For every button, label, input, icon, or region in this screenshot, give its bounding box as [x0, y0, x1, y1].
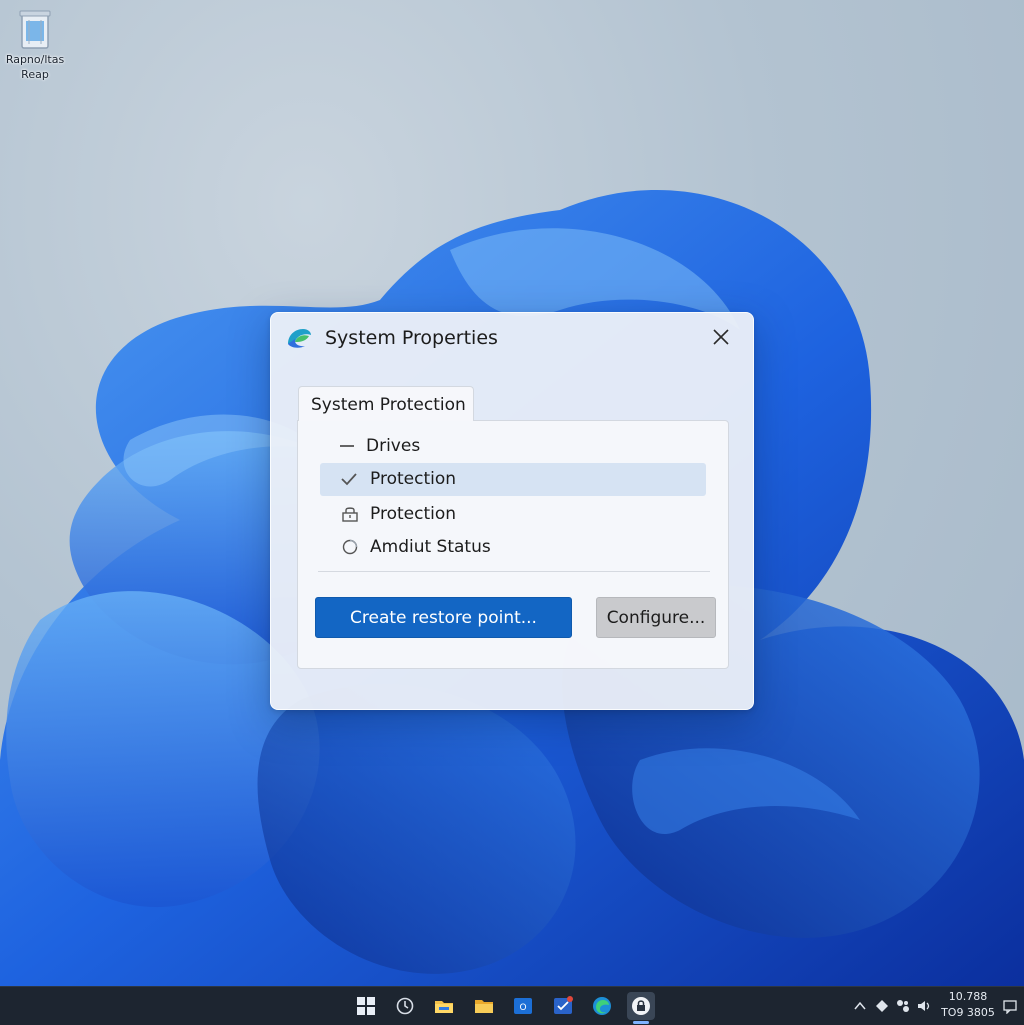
close-icon: [713, 329, 729, 345]
security-icon: [632, 997, 650, 1015]
file-explorer-button[interactable]: [430, 992, 458, 1020]
tree-item-status[interactable]: Amdiut Status: [320, 531, 706, 563]
folder-icon: [475, 1000, 493, 1013]
recycle-bin-icon: [19, 10, 51, 49]
search-icon: [396, 997, 414, 1015]
separator: [318, 571, 710, 572]
search-button[interactable]: [391, 992, 419, 1020]
start-icon: [357, 997, 375, 1015]
recycle-bin-label: Rapno/ltas Reap: [5, 53, 65, 81]
lock-icon: [342, 507, 358, 522]
tree-item-label: Protection: [370, 504, 457, 524]
system-protection-panel: Drives Protection Protection Amdiut Stat…: [297, 420, 729, 669]
svg-text:O: O: [519, 1003, 526, 1013]
circle-status-icon: [342, 539, 358, 555]
taskbar: O 10.788 TO9 3805: [0, 986, 1024, 1025]
system-properties-dialog: System Properties System Protection Driv…: [270, 312, 754, 710]
collapse-icon: [340, 445, 354, 447]
file-explorer-icon: [435, 1001, 453, 1013]
tree-node-drives[interactable]: Drives: [318, 430, 698, 462]
edge-button[interactable]: [588, 992, 616, 1020]
start-button[interactable]: [352, 992, 380, 1020]
tree-item-label: Protection: [370, 469, 457, 489]
checkmark-icon: [341, 473, 357, 486]
outlook-icon: O: [514, 998, 532, 1014]
tab-label: System Protection: [311, 395, 466, 415]
network-icon[interactable]: [874, 998, 890, 1014]
bluetooth-icon[interactable]: [895, 998, 911, 1014]
tree-item-label: Amdiut Status: [370, 537, 491, 557]
to-do-button[interactable]: [549, 992, 577, 1020]
chevron-up-icon[interactable]: [852, 998, 868, 1014]
outlook-button[interactable]: O: [509, 992, 537, 1020]
dialog-title: System Properties: [325, 327, 498, 349]
to-do-icon: [554, 996, 573, 1014]
close-button[interactable]: [709, 325, 733, 349]
dialog-titlebar[interactable]: System Properties: [271, 313, 755, 363]
tab-system-protection[interactable]: System Protection: [298, 386, 474, 421]
clock-date: TO9 3805: [941, 1006, 995, 1019]
security-button[interactable]: [627, 992, 655, 1024]
clock[interactable]: 10.788 TO9 3805: [936, 989, 1000, 1021]
volume-icon[interactable]: [916, 998, 932, 1014]
tree-item-protection[interactable]: Protection: [320, 498, 706, 530]
recycle-bin-shortcut[interactable]: Rapno/ltas Reap: [2, 6, 68, 82]
drives-label: Drives: [366, 436, 421, 456]
clock-time: 10.788: [948, 990, 988, 1003]
configure-button[interactable]: Configure...: [596, 597, 716, 638]
tree-item-protection-selected[interactable]: Protection: [320, 463, 706, 496]
folder-button[interactable]: [470, 992, 498, 1020]
create-restore-point-button[interactable]: Create restore point...: [315, 597, 572, 638]
notification-icon[interactable]: [1002, 998, 1018, 1014]
system-properties-icon: [288, 329, 311, 348]
edge-icon: [593, 997, 611, 1015]
